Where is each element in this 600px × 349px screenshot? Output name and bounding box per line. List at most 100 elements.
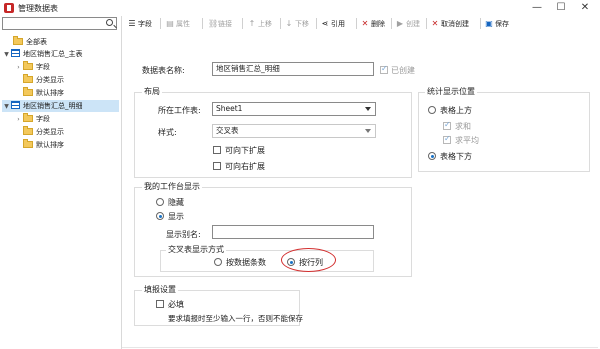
required-checkbox[interactable] bbox=[156, 300, 164, 308]
fields-button[interactable]: ☰ 字段 bbox=[128, 18, 152, 29]
layout-group-title: 布局 bbox=[142, 86, 162, 97]
table-icon bbox=[11, 49, 20, 57]
average-label: 求平均 bbox=[455, 136, 479, 145]
app-icon bbox=[4, 3, 14, 13]
sheet-label: 所在工作表: bbox=[158, 106, 201, 115]
search-icon[interactable] bbox=[106, 19, 113, 26]
folder-icon bbox=[23, 139, 33, 148]
style-select[interactable]: 交叉表 bbox=[212, 124, 376, 138]
table-name-label: 数据表名称: bbox=[142, 66, 185, 75]
required-note: 要求填报时至少输入一行，否则不能保存 bbox=[168, 314, 303, 323]
chevron-right-icon[interactable]: › bbox=[14, 62, 23, 74]
tree-item-label: 全部表 bbox=[26, 38, 47, 46]
table-icon bbox=[11, 101, 20, 109]
sum-label: 求和 bbox=[455, 122, 471, 131]
stats-below-radio[interactable] bbox=[428, 152, 436, 160]
tree-item-label: 字段 bbox=[36, 63, 50, 71]
show-radio[interactable] bbox=[156, 212, 164, 220]
fill-settings-title: 填报设置 bbox=[142, 284, 178, 295]
properties-form: 数据表名称: 地区销售汇总_明细 已创建 布局 所在工作表: Sheet1 样式… bbox=[122, 32, 598, 349]
divider bbox=[122, 347, 598, 348]
list-icon: ☰ bbox=[128, 19, 136, 28]
link-button[interactable]: ⛓链接 bbox=[208, 18, 232, 29]
reference-button[interactable]: ⋖ 引用 bbox=[321, 18, 345, 29]
sum-checkbox bbox=[443, 120, 451, 130]
expand-down-checkbox[interactable] bbox=[213, 146, 221, 154]
expand-right-label: 可向右扩展 bbox=[225, 162, 265, 171]
crosstab-group-title: 交叉表显示方式 bbox=[166, 244, 226, 255]
tree-item-label: 地区销售汇总_明细 bbox=[23, 102, 83, 110]
tree-item-fields[interactable]: › 字段 bbox=[14, 113, 50, 125]
share-icon: ⋖ bbox=[321, 19, 329, 28]
move-up-button[interactable]: ↑ 上移 bbox=[248, 18, 272, 29]
folder-icon bbox=[23, 74, 33, 83]
alias-label: 显示别名: bbox=[166, 230, 201, 239]
expand-right-checkbox[interactable] bbox=[213, 162, 221, 170]
minimize-button[interactable]: — bbox=[526, 0, 548, 16]
tree-item-default-sort[interactable]: 默认排序 bbox=[14, 139, 64, 151]
chevron-down-icon bbox=[365, 129, 371, 133]
by-record-radio[interactable] bbox=[214, 258, 222, 266]
sidebar-tree-panel: 全部表 ▼ 地区销售汇总_主表 › 字段 分类显示 默认排序 ▼ 地区销售汇总_明细 … bbox=[0, 16, 122, 349]
tree-item-label: 分类显示 bbox=[36, 76, 64, 84]
save-button[interactable]: ▣ 保存 bbox=[485, 18, 509, 29]
hide-radio[interactable] bbox=[156, 198, 164, 206]
tree-item-label: 字段 bbox=[36, 115, 50, 123]
folder-icon bbox=[13, 36, 23, 45]
properties-button[interactable]: ▤ 属性 bbox=[166, 18, 190, 29]
search-input[interactable] bbox=[2, 17, 117, 30]
tree-item-category[interactable]: 分类显示 bbox=[14, 74, 64, 86]
chevron-down-icon[interactable]: ▼ bbox=[2, 101, 11, 113]
close-button[interactable]: ✕ bbox=[574, 0, 596, 16]
style-label: 样式: bbox=[158, 128, 177, 137]
cancel-icon: ✕ bbox=[431, 19, 439, 28]
tree-item-main-table[interactable]: ▼ 地区销售汇总_主表 bbox=[2, 48, 83, 60]
stats-group-title: 统计显示位置 bbox=[425, 86, 477, 97]
chevron-down-icon[interactable]: ▼ bbox=[2, 49, 11, 61]
delete-button[interactable]: ✕ 删除 bbox=[361, 18, 385, 29]
create-button[interactable]: ▶ 创建 bbox=[396, 18, 420, 29]
play-icon: ▶ bbox=[396, 19, 404, 28]
tree-item-all-tables[interactable]: 全部表 bbox=[4, 36, 47, 48]
tree-item-default-sort[interactable]: 默认排序 bbox=[14, 87, 64, 99]
table-name-input[interactable]: 地区销售汇总_明细 bbox=[212, 62, 374, 76]
stats-below-label: 表格下方 bbox=[440, 152, 472, 161]
move-down-button[interactable]: ↓ 下移 bbox=[285, 18, 309, 29]
stats-above-radio[interactable] bbox=[428, 106, 436, 114]
chevron-right-icon[interactable]: › bbox=[14, 114, 23, 126]
title-bar: 管理数据表 — ☐ ✕ bbox=[0, 0, 600, 16]
tree-item-fields[interactable]: › 字段 bbox=[14, 61, 50, 73]
highlight-ellipse bbox=[281, 248, 336, 272]
expand-down-label: 可向下扩展 bbox=[225, 146, 265, 155]
save-icon: ▣ bbox=[485, 19, 493, 28]
alias-input[interactable] bbox=[212, 225, 374, 239]
toolbar: ☰ 字段 ▤ 属性 ⛓链接 ↑ 上移 ↓ 下移 ⋖ 引用 ✕ 删除 ▶ 创建 ✕ 取消创建 ▣ 保… bbox=[122, 16, 600, 31]
folder-icon bbox=[23, 61, 33, 70]
window-title: 管理数据表 bbox=[18, 4, 58, 13]
arrow-up-icon: ↑ bbox=[248, 19, 256, 28]
by-record-label: 按数据条数 bbox=[226, 258, 266, 267]
maximize-button[interactable]: ☐ bbox=[550, 0, 572, 16]
properties-icon: ▤ bbox=[166, 19, 174, 28]
stats-above-label: 表格上方 bbox=[440, 106, 472, 115]
chevron-down-icon bbox=[365, 107, 371, 111]
folder-icon bbox=[23, 126, 33, 135]
tree-item-label: 默认排序 bbox=[36, 141, 64, 149]
tree-item-label: 分类显示 bbox=[36, 128, 64, 136]
folder-icon bbox=[23, 87, 33, 96]
folder-icon bbox=[23, 113, 33, 122]
average-checkbox bbox=[443, 134, 451, 144]
cancel-create-button[interactable]: ✕ 取消创建 bbox=[431, 18, 469, 29]
tree-item-detail-table[interactable]: ▼ 地区销售汇总_明细 bbox=[2, 100, 119, 112]
hide-label: 隐藏 bbox=[168, 198, 184, 207]
show-label: 显示 bbox=[168, 212, 184, 221]
tree-item-category[interactable]: 分类显示 bbox=[14, 126, 64, 138]
tree-item-label: 地区销售汇总_主表 bbox=[23, 50, 83, 58]
sheet-select[interactable]: Sheet1 bbox=[212, 102, 376, 116]
required-label: 必填 bbox=[168, 300, 184, 309]
created-checkbox bbox=[380, 64, 388, 74]
delete-icon: ✕ bbox=[361, 19, 369, 28]
link-icon: ⛓ bbox=[208, 19, 219, 28]
workbench-group-title: 我的工作台显示 bbox=[142, 181, 202, 192]
tree-item-label: 默认排序 bbox=[36, 89, 64, 97]
